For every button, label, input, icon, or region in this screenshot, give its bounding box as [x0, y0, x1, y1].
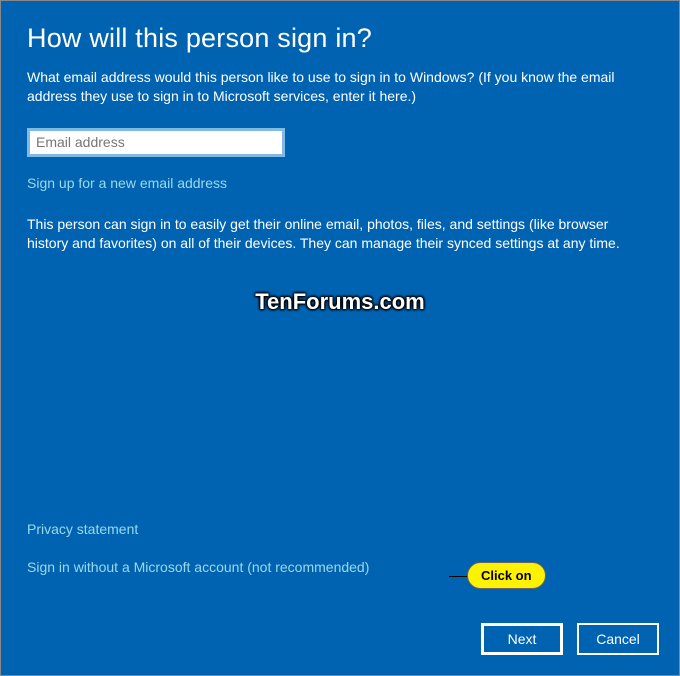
watermark-text: TenForums.com — [255, 289, 425, 315]
privacy-statement-link[interactable]: Privacy statement — [27, 521, 369, 537]
description-text: What email address would this person lik… — [27, 68, 653, 106]
signup-email-link[interactable]: Sign up for a new email address — [27, 175, 227, 191]
signin-without-microsoft-link[interactable]: Sign in without a Microsoft account (not… — [27, 559, 369, 575]
cancel-button[interactable]: Cancel — [577, 623, 659, 655]
callout-pointer-line — [449, 576, 467, 577]
page-heading: How will this person sign in? — [27, 23, 653, 54]
email-input[interactable] — [27, 128, 285, 157]
info-text: This person can sign in to easily get th… — [27, 215, 653, 254]
next-button[interactable]: Next — [481, 623, 563, 655]
callout-bubble: Click on — [467, 562, 546, 589]
annotation-callout: Click on — [467, 562, 546, 589]
